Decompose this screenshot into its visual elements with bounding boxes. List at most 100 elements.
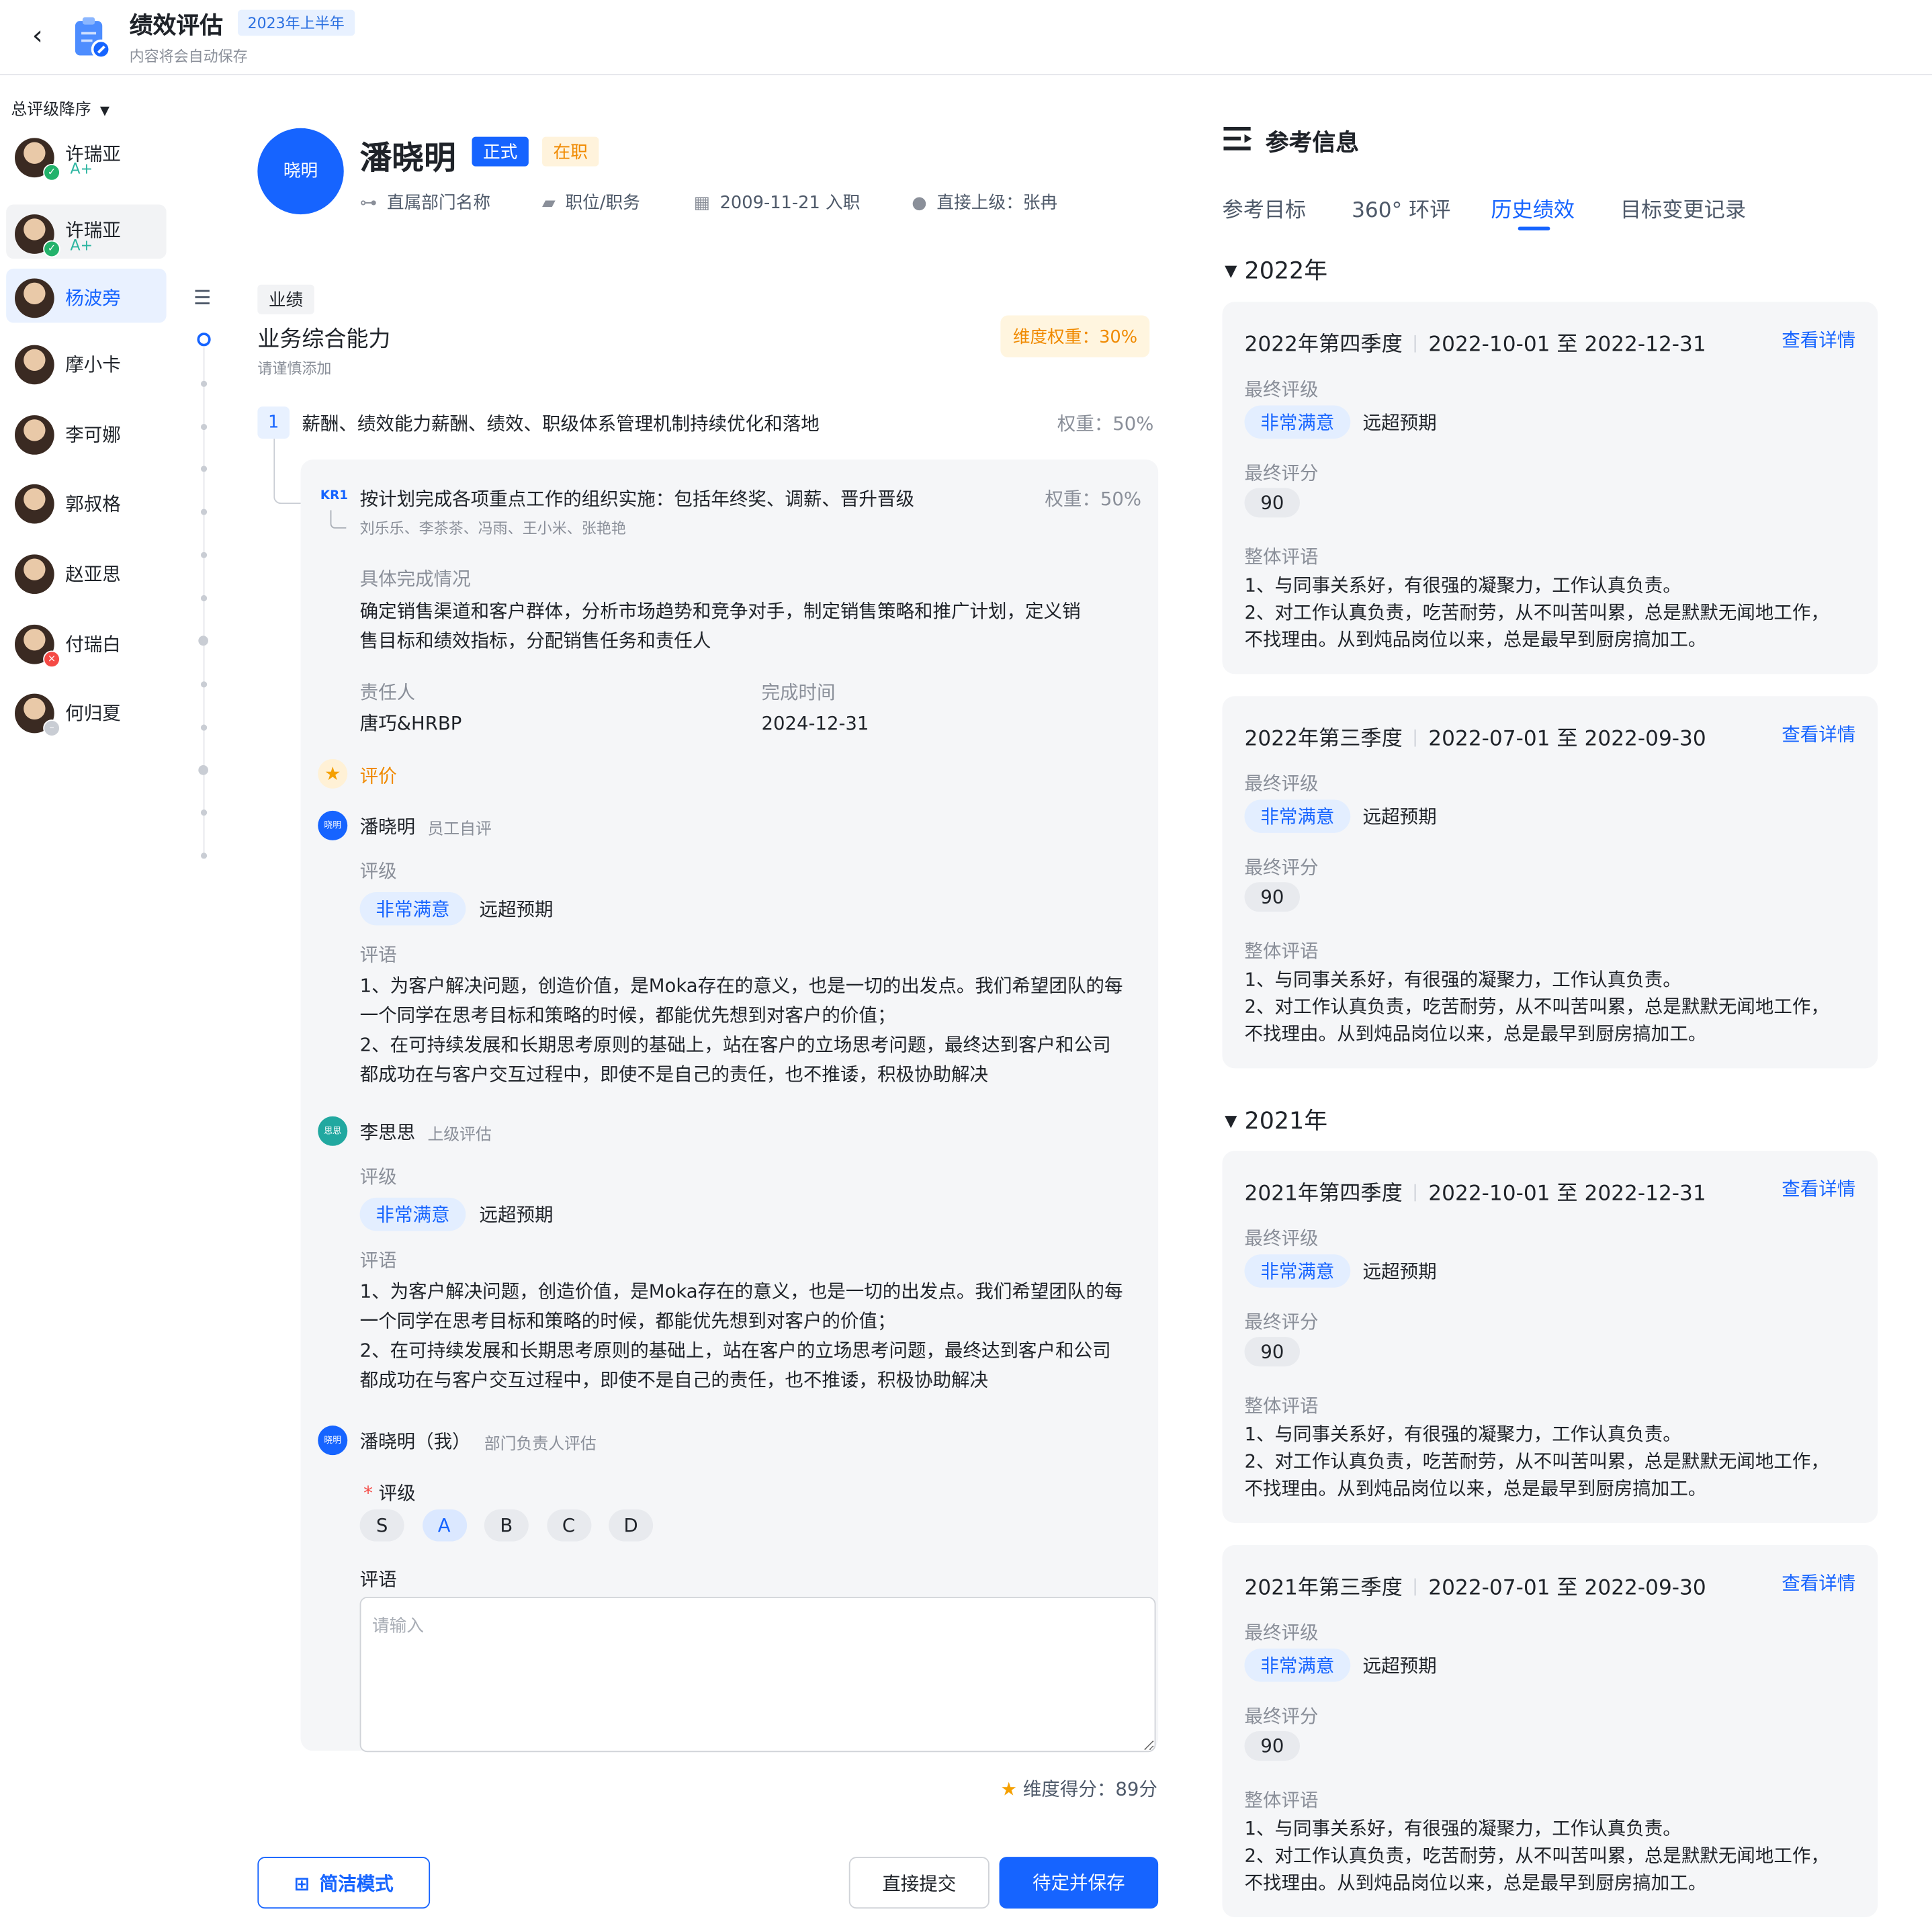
reference-list-icon	[1223, 126, 1252, 150]
period-range: 2022-07-01 至 2022-09-30	[1428, 1575, 1706, 1601]
overall-comment: 1、与同事关系好，有很强的凝聚力，工作认真负责。 2、对工作认真负责，吃苦耐劳，从…	[1245, 1421, 1861, 1502]
comment-line: 一个同学在思考目标和策略的时候，都能优先想到对客户的价值；	[359, 1309, 896, 1332]
view-detail-link[interactable]: 查看详情	[1782, 326, 1855, 353]
view-detail-link[interactable]: 查看详情	[1782, 1570, 1855, 1596]
review-comment: 1、为客户解决问题，创造价值，是Moka存在的意义，也是一切的出发点。我们希望团…	[360, 1276, 1123, 1395]
view-detail-link[interactable]: 查看详情	[1782, 1176, 1855, 1202]
comment-line: 2、对工作认真负责，吃苦耐劳，从不叫苦叫累，总是默默无闻地工作，	[1244, 1844, 1829, 1867]
employee-list-item[interactable]: 赵亚思	[6, 545, 166, 599]
final-grade-description: 远超预期	[1362, 805, 1437, 828]
employee-list-item[interactable]: 摩小卡	[6, 335, 166, 390]
avatar	[15, 345, 54, 385]
grade-option-a[interactable]: A	[422, 1509, 467, 1542]
timeline-node[interactable]	[198, 635, 208, 646]
reviewer-name: 李思思	[359, 1121, 416, 1144]
timeline-node[interactable]	[200, 724, 208, 731]
timeline-current-node[interactable]	[197, 333, 211, 347]
reference-tab[interactable]: 参考目标	[1223, 192, 1307, 223]
employee-name-label: 李可娜	[65, 423, 121, 446]
comment-label: 评语	[359, 943, 397, 966]
user-icon: ●	[912, 193, 927, 214]
grade-pill: 非常满意	[359, 1197, 466, 1231]
department-text: 直属部门名称	[386, 193, 491, 214]
timeline-node[interactable]	[200, 380, 208, 387]
reference-tab[interactable]: 360° 环评	[1352, 192, 1450, 223]
timeline-node[interactable]	[200, 509, 208, 515]
history-period: 2021年第三季度 2022-07-01 至 2022-09-30	[1245, 1570, 1706, 1601]
final-grade-description: 远超预期	[1362, 1655, 1437, 1677]
manager-meta: ● 直接上级：张冉	[912, 189, 1057, 214]
timeline-node[interactable]	[200, 595, 208, 602]
reviewer-role: 员工自评	[427, 820, 492, 840]
owner-value: 唐巧&HRBP	[359, 712, 462, 735]
simple-mode-label: 简洁模式	[319, 1872, 394, 1895]
list-icon[interactable]: ☰	[193, 286, 211, 310]
final-score-value: 90	[1244, 488, 1301, 518]
comment-line: 不找理由。从到炖品岗位以来，总是最早到厨房搞加工。	[1244, 1022, 1707, 1045]
reference-tab[interactable]: 目标变更记录	[1620, 192, 1746, 223]
briefcase-icon: ▰	[542, 193, 556, 214]
goal-text: 薪酬、绩效能力薪酬、绩效、职级体系管理机制持续优化和落地	[302, 412, 820, 435]
avatar	[15, 554, 54, 595]
employee-list-item[interactable]: 李可娜	[6, 405, 166, 459]
employee-list-item[interactable]: ✓ 许瑞亚 A+	[6, 204, 167, 259]
timeline-node[interactable]	[200, 852, 208, 859]
page-title: 绩效评估	[129, 12, 224, 40]
comment-line: 1、为客户解决问题，创造价值，是Moka存在的意义，也是一切的出发点。我们希望团…	[359, 974, 1123, 997]
reference-tab[interactable]: 历史绩效	[1491, 192, 1575, 223]
timeline-node[interactable]	[198, 765, 208, 775]
final-score-label: 最终评分	[1244, 1311, 1319, 1333]
join-date-text: 2009-11-21 入职	[719, 193, 861, 214]
employee-list-item[interactable]: 郭叔格	[6, 474, 166, 529]
overall-comment: 1、与同事关系好，有很强的凝聚力，工作认真负责。 2、对工作认真负责，吃苦耐劳，从…	[1245, 966, 1861, 1047]
comment-textarea[interactable]	[359, 1597, 1156, 1753]
view-detail-link[interactable]: 查看详情	[1782, 721, 1855, 747]
my-comment-label: 评语	[359, 1568, 397, 1591]
period-name: 2022年第四季度	[1244, 333, 1403, 357]
grade-option-d[interactable]: D	[609, 1509, 654, 1542]
overall-comment-label: 整体评语	[1244, 1789, 1319, 1812]
divider	[1415, 729, 1416, 747]
employee-name-label: 付瑞白	[65, 633, 121, 656]
save-button[interactable]: 待定并保存	[999, 1857, 1159, 1909]
kr-hook-connector	[330, 510, 347, 529]
sort-dropdown[interactable]: 总评级降序 ▼	[11, 96, 109, 120]
employee-grade: A+	[70, 160, 93, 178]
history-period: 2021年第四季度 2022-10-01 至 2022-12-31	[1245, 1176, 1706, 1206]
overall-comment: 1、与同事关系好，有很强的凝聚力，工作认真负责。 2、对工作认真负责，吃苦耐劳，从…	[1245, 572, 1861, 653]
employee-list-item[interactable]: 杨波旁	[6, 268, 167, 323]
check-status-icon: ✓	[43, 163, 60, 181]
comment-line: 都成功在与客户交互过程中，即使不是自己的责任，也不推诿，积极协助解决	[359, 1368, 989, 1391]
back-arrow-icon[interactable]: ‹	[32, 21, 57, 52]
year-section-header[interactable]: ▼ 2021年	[1225, 1103, 1327, 1137]
year-label: 2022年	[1244, 257, 1328, 285]
comment-line: 不找理由。从到炖品岗位以来，总是最早到厨房搞加工。	[1244, 628, 1707, 651]
simple-mode-button[interactable]: ⊞ 简洁模式	[257, 1857, 431, 1909]
period-range: 2022-10-01 至 2022-12-31	[1428, 333, 1706, 357]
timeline-node[interactable]	[200, 552, 208, 558]
timeline-node[interactable]	[200, 466, 208, 472]
top-header: ‹ 绩效评估 2023年上半年 内容将会自动保存	[0, 0, 1932, 75]
grade-option-c[interactable]: C	[546, 1509, 591, 1542]
timeline-node[interactable]	[200, 809, 208, 816]
timeline-node[interactable]	[200, 423, 208, 431]
timeline-node[interactable]	[200, 681, 208, 688]
employee-list-item[interactable]: ✓ 许瑞亚 A+	[6, 128, 166, 183]
submit-button[interactable]: 直接提交	[848, 1857, 990, 1909]
period-range: 2022-10-01 至 2022-12-31	[1428, 1181, 1706, 1206]
grade-option-s[interactable]: S	[359, 1509, 404, 1542]
grade-pill: 非常满意	[359, 891, 466, 926]
employee-list-item[interactable]: × 付瑞白	[6, 615, 166, 669]
year-section-header[interactable]: ▼ 2022年	[1225, 253, 1327, 286]
employee-grade: A+	[70, 236, 93, 254]
grade-option-b[interactable]: B	[484, 1509, 529, 1542]
grade-label: 评级	[359, 860, 397, 883]
employee-list-item[interactable]: – 何归夏	[6, 684, 166, 738]
comment-line: 1、与同事关系好，有很强的凝聚力，工作认真负责。	[1244, 1817, 1681, 1840]
grid-list-icon: ⊞	[294, 1872, 310, 1895]
sort-label: 总评级降序	[11, 101, 91, 120]
reviewer-avatar: 思思	[318, 1116, 348, 1146]
kr-badge: KR1	[320, 489, 349, 503]
history-card: 2022年第四季度 2022-10-01 至 2022-12-31 查看详情 最终评级…	[1222, 302, 1878, 674]
kr-participants: 刘乐乐、李茶茶、冯雨、王小米、张艳艳	[359, 520, 626, 537]
